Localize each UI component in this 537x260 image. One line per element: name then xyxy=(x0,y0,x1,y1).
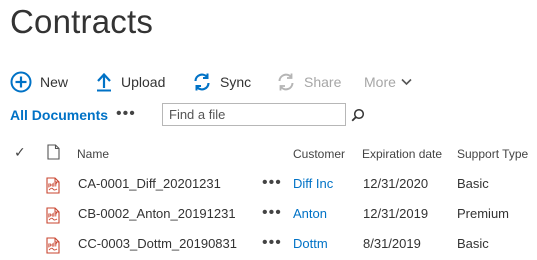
row-more-button[interactable]: ••• xyxy=(262,174,282,192)
magnifier-icon[interactable] xyxy=(351,108,365,122)
row-more-button[interactable]: ••• xyxy=(262,204,282,222)
customer-link[interactable]: Anton xyxy=(293,206,327,221)
pdf-file-icon: pdf xyxy=(46,177,60,199)
customer-link[interactable]: Diff Inc xyxy=(293,176,333,191)
pdf-file-icon: pdf xyxy=(46,237,60,259)
sync-label: Sync xyxy=(220,74,252,90)
file-name-link[interactable]: CC-0003_Dottm_20190831 xyxy=(78,236,237,251)
more-label: More xyxy=(364,74,396,90)
select-all-check[interactable]: ✓ xyxy=(14,144,26,161)
svg-text:pdf: pdf xyxy=(48,213,58,219)
upload-label: Upload xyxy=(121,74,166,90)
table-row[interactable]: pdf CC-0003_Dottm_20190831 ••• Dottm 8/3… xyxy=(0,230,537,260)
table-row[interactable]: pdf CB-0002_Anton_20191231 ••• Anton 12/… xyxy=(0,200,537,230)
page-title: Contracts xyxy=(10,3,154,40)
share-button[interactable]: Share xyxy=(276,70,341,94)
column-header-name[interactable]: Name xyxy=(77,147,109,161)
share-label: Share xyxy=(304,74,342,90)
support-type: Basic xyxy=(457,176,489,191)
new-label: New xyxy=(40,74,69,90)
view-all-documents[interactable]: All Documents xyxy=(10,107,108,123)
upload-arrow-icon xyxy=(95,72,113,92)
pdf-file-icon: pdf xyxy=(46,207,60,229)
support-type: Premium xyxy=(457,206,510,221)
svg-text:pdf: pdf xyxy=(48,183,58,189)
search-input[interactable] xyxy=(163,104,351,125)
expiration-date: 8/31/2019 xyxy=(363,236,421,251)
row-more-button[interactable]: ••• xyxy=(262,234,282,252)
upload-button[interactable]: Upload xyxy=(95,70,165,94)
document-icon[interactable] xyxy=(47,144,60,163)
expiration-date: 12/31/2020 xyxy=(363,176,429,191)
expiration-date: 12/31/2019 xyxy=(363,206,429,221)
plus-circle-icon xyxy=(10,71,32,93)
support-type: Basic xyxy=(457,236,489,251)
column-header-customer[interactable]: Customer xyxy=(293,147,345,161)
file-name-link[interactable]: CB-0002_Anton_20191231 xyxy=(78,206,236,221)
search-box[interactable] xyxy=(162,103,365,126)
share-icon xyxy=(276,72,296,92)
file-name-link[interactable]: CA-0001_Diff_20201231 xyxy=(78,176,221,191)
table-row[interactable]: pdf CA-0001_Diff_20201231 ••• Diff Inc 1… xyxy=(0,170,537,200)
view-more-button[interactable]: ••• xyxy=(116,105,136,123)
svg-text:pdf: pdf xyxy=(48,243,58,249)
customer-link[interactable]: Dottm xyxy=(293,236,328,251)
sync-button[interactable]: Sync xyxy=(192,70,251,94)
new-button[interactable]: New xyxy=(10,70,68,94)
more-button[interactable]: More xyxy=(364,70,412,94)
column-header-support-type[interactable]: Support Type xyxy=(457,147,528,161)
column-header-expiration[interactable]: Expiration date xyxy=(362,147,442,161)
chevron-down-icon xyxy=(401,78,412,86)
sync-icon xyxy=(192,72,212,92)
